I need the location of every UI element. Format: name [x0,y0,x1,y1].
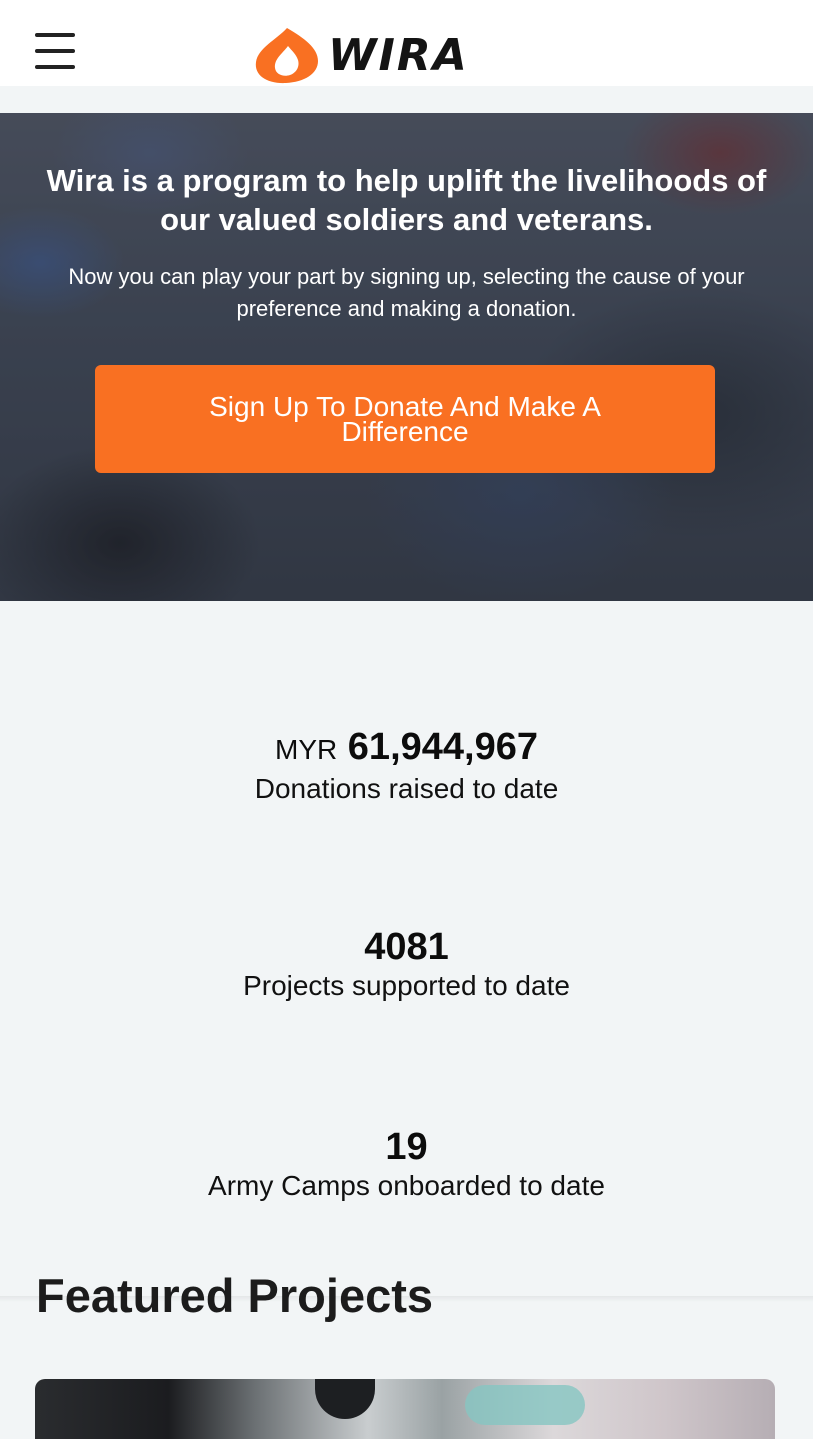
stat-donations-label: Donations raised to date [254,773,559,804]
hamburger-menu-icon[interactable] [33,33,77,73]
currency-prefix: MYR [275,734,338,765]
hero-title: Wira is a program to help uplift the liv… [46,163,767,237]
project-image-detail [315,1379,375,1419]
flame-logo-icon [255,28,318,84]
signup-donate-button[interactable]: Sign Up To Donate And Make A Difference [95,365,715,473]
hero-subtitle: Now you can play your part by signing up… [68,264,745,321]
stat-camps-label: Army Camps onboarded to date [208,1170,605,1201]
donations-amount: 61,944,967 [347,726,538,768]
stat-projects-value: 4081 [364,926,449,968]
stat-donations: MYR 61,944,967 Donations raised to date [0,727,813,808]
featured-projects-heading: Featured Projects [36,1269,434,1322]
stat-camps: 19 Army Camps onboarded to date [0,1127,813,1205]
stat-donations-value: MYR 61,944,967 [0,727,813,770]
project-image-detail [465,1385,585,1425]
logo-wordmark: WIRA [328,30,469,81]
featured-project-card[interactable] [35,1379,775,1439]
site-header: WIRA [0,0,813,86]
wira-logo[interactable]: WIRA [254,26,558,84]
hero-banner: Wira is a program to help uplift the liv… [0,113,813,601]
stat-camps-value: 19 [385,1126,428,1168]
stat-projects-label: Projects supported to date [243,970,570,1001]
stat-projects: 4081 Projects supported to date [0,927,813,1005]
